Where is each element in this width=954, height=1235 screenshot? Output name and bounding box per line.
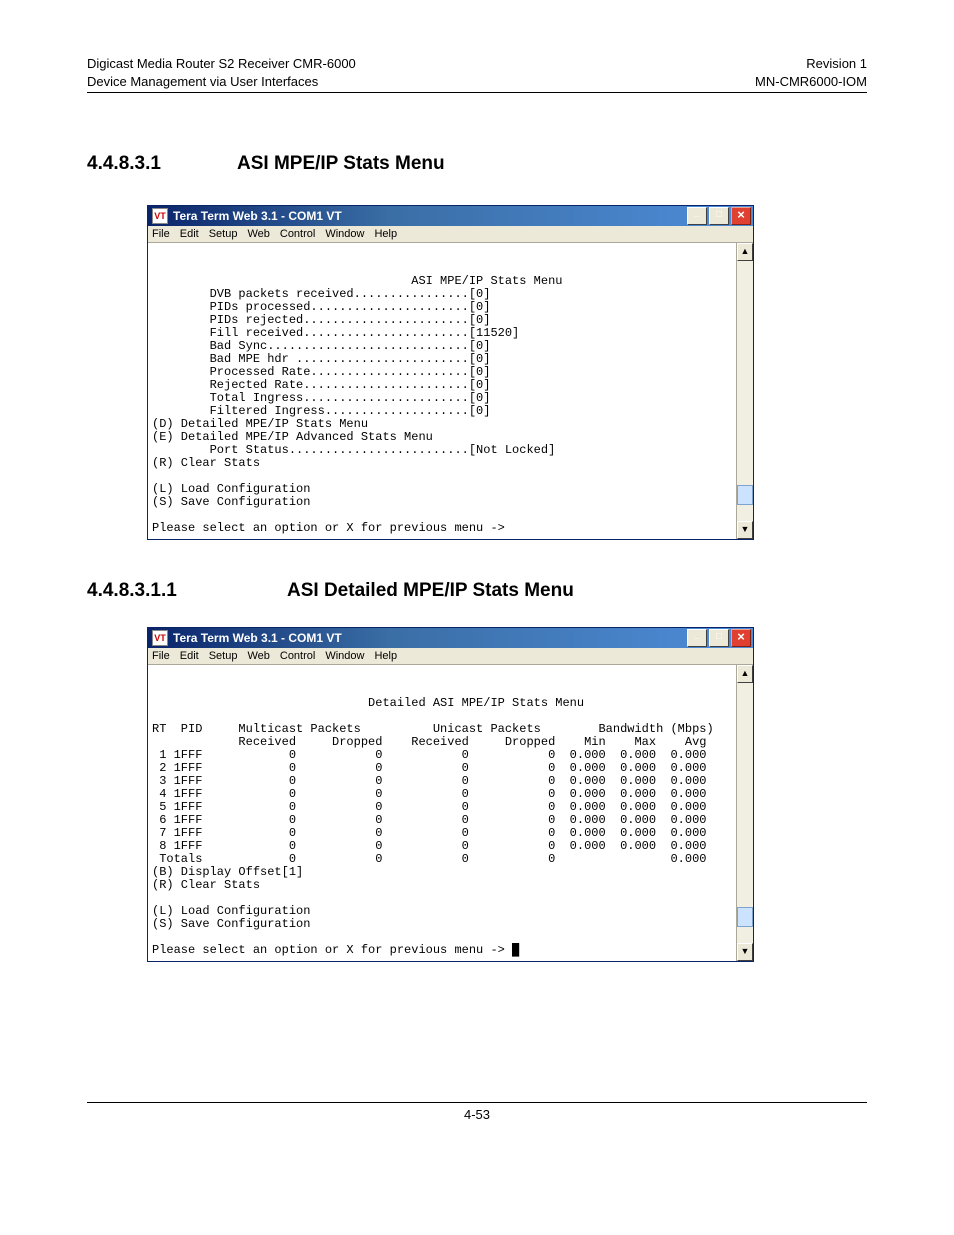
menu-edit[interactable]: Edit <box>180 228 199 240</box>
titlebar[interactable]: VT Tera Term Web 3.1 - COM1 VT <box>148 206 753 226</box>
terminal-window-2: VT Tera Term Web 3.1 - COM1 VT File Edit… <box>147 627 754 962</box>
terminal-window-1: VT Tera Term Web 3.1 - COM1 VT File Edit… <box>147 205 754 540</box>
scroll-track[interactable] <box>737 261 753 521</box>
app-icon: VT <box>152 208 168 224</box>
section-title-2: ASI Detailed MPE/IP Stats Menu <box>287 580 574 601</box>
header-left-1: Digicast Media Router S2 Receiver CMR-60… <box>87 55 356 73</box>
section-number-2: 4.4.8.3.1.1 <box>87 580 287 602</box>
section-title-1: ASI MPE/IP Stats Menu <box>237 153 445 174</box>
menu-setup[interactable]: Setup <box>209 650 238 662</box>
menu-file[interactable]: File <box>152 650 170 662</box>
titlebar[interactable]: VT Tera Term Web 3.1 - COM1 VT <box>148 628 753 648</box>
header-right-2: MN-CMR6000-IOM <box>755 73 867 91</box>
scroll-thumb[interactable] <box>737 907 753 927</box>
minimize-button[interactable] <box>687 207 707 225</box>
maximize-button[interactable] <box>709 207 729 225</box>
window-title: Tera Term Web 3.1 - COM1 VT <box>173 631 685 645</box>
page-number: 4-53 <box>464 1107 490 1122</box>
menu-window[interactable]: Window <box>325 228 364 240</box>
scroll-down-button[interactable]: ▼ <box>737 943 753 961</box>
menu-help[interactable]: Help <box>374 228 397 240</box>
menu-web[interactable]: Web <box>247 650 269 662</box>
header-right-1: Revision 1 <box>755 55 867 73</box>
maximize-button[interactable] <box>709 629 729 647</box>
menu-control[interactable]: Control <box>280 228 315 240</box>
section-heading-2: 4.4.8.3.1.1ASI Detailed MPE/IP Stats Men… <box>87 580 867 602</box>
app-icon: VT <box>152 630 168 646</box>
menu-help[interactable]: Help <box>374 650 397 662</box>
header-left-2: Device Management via User Interfaces <box>87 73 356 91</box>
window-title: Tera Term Web 3.1 - COM1 VT <box>173 209 685 223</box>
page-footer: 4-53 <box>87 1102 867 1122</box>
close-button[interactable] <box>731 207 751 225</box>
scroll-track[interactable] <box>737 683 753 943</box>
page-header: Digicast Media Router S2 Receiver CMR-60… <box>87 55 867 93</box>
menu-window[interactable]: Window <box>325 650 364 662</box>
menu-file[interactable]: File <box>152 228 170 240</box>
minimize-button[interactable] <box>687 629 707 647</box>
section-heading-1: 4.4.8.3.1ASI MPE/IP Stats Menu <box>87 153 867 175</box>
menu-edit[interactable]: Edit <box>180 650 199 662</box>
scrollbar[interactable]: ▲ ▼ <box>736 665 753 961</box>
scroll-thumb[interactable] <box>737 485 753 505</box>
menubar: File Edit Setup Web Control Window Help <box>148 648 753 665</box>
section-number-1: 4.4.8.3.1 <box>87 153 237 175</box>
terminal-output-2[interactable]: Detailed ASI MPE/IP Stats Menu RT PID Mu… <box>148 665 736 961</box>
scroll-up-button[interactable]: ▲ <box>737 665 753 683</box>
menubar: File Edit Setup Web Control Window Help <box>148 226 753 243</box>
scrollbar[interactable]: ▲ ▼ <box>736 243 753 539</box>
terminal-output-1[interactable]: ASI MPE/IP Stats Menu DVB packets receiv… <box>148 243 736 539</box>
menu-setup[interactable]: Setup <box>209 228 238 240</box>
menu-web[interactable]: Web <box>247 228 269 240</box>
scroll-up-button[interactable]: ▲ <box>737 243 753 261</box>
menu-control[interactable]: Control <box>280 650 315 662</box>
scroll-down-button[interactable]: ▼ <box>737 521 753 539</box>
close-button[interactable] <box>731 629 751 647</box>
